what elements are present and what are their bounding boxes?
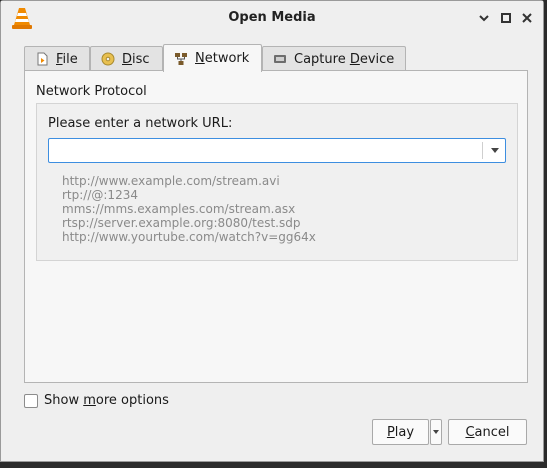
network-url-input[interactable] xyxy=(53,141,478,160)
window-title: Open Media xyxy=(228,10,316,25)
tab-file-label: File xyxy=(56,51,78,67)
combo-divider xyxy=(482,142,483,159)
cancel-button[interactable]: Cancel xyxy=(448,419,527,445)
url-example: http://www.yourtube.com/watch?v=gg64x xyxy=(62,230,316,244)
tab-file[interactable]: File xyxy=(24,46,90,71)
tab-network[interactable]: Network xyxy=(163,44,262,72)
tab-disc[interactable]: Disc xyxy=(90,46,163,71)
tab-disc-label: Disc xyxy=(122,51,150,67)
tab-capture-device-label: Capture Device xyxy=(294,51,395,67)
network-panel: Network Protocol Please enter a network … xyxy=(24,70,528,383)
play-options-dropdown[interactable] xyxy=(430,419,442,445)
title-bar[interactable]: Open Media xyxy=(1,1,543,35)
network-icon xyxy=(175,52,187,65)
chevron-down-icon xyxy=(433,430,439,434)
chevron-down-icon[interactable] xyxy=(491,148,499,153)
network-url-combobox[interactable] xyxy=(48,138,506,163)
disc-icon xyxy=(101,52,115,66)
url-example: mms://mms.examples.com/stream.asx xyxy=(62,202,296,216)
maximize-icon[interactable] xyxy=(499,11,513,25)
tab-capture-device[interactable]: Capture Device xyxy=(262,46,406,71)
tab-network-label: Network xyxy=(195,51,250,66)
close-icon[interactable] xyxy=(520,11,534,25)
url-example: http://www.example.com/stream.avi xyxy=(62,174,280,188)
url-example: rtp://@:1234 xyxy=(62,188,138,202)
open-media-dialog: Open Media File Disc Network Capture Dev… xyxy=(0,0,544,462)
url-example: rtsp://server.example.org:8080/test.sdp xyxy=(62,216,301,230)
capture-device-icon xyxy=(274,55,286,63)
show-more-options[interactable]: Show more options xyxy=(24,393,169,408)
network-protocol-heading: Network Protocol xyxy=(36,84,147,99)
file-icon xyxy=(37,52,48,66)
network-protocol-group: Please enter a network URL: http://www.e… xyxy=(36,103,518,261)
url-label: Please enter a network URL: xyxy=(48,116,233,131)
cancel-button-label: Cancel xyxy=(465,424,510,440)
play-button[interactable]: Play xyxy=(372,419,429,445)
show-more-options-label: Show more options xyxy=(44,393,169,408)
url-examples: http://www.example.com/stream.avi rtp://… xyxy=(62,174,316,244)
play-button-label: Play xyxy=(386,424,415,440)
show-more-options-checkbox[interactable] xyxy=(24,393,38,408)
chevron-down-icon[interactable] xyxy=(477,11,491,25)
